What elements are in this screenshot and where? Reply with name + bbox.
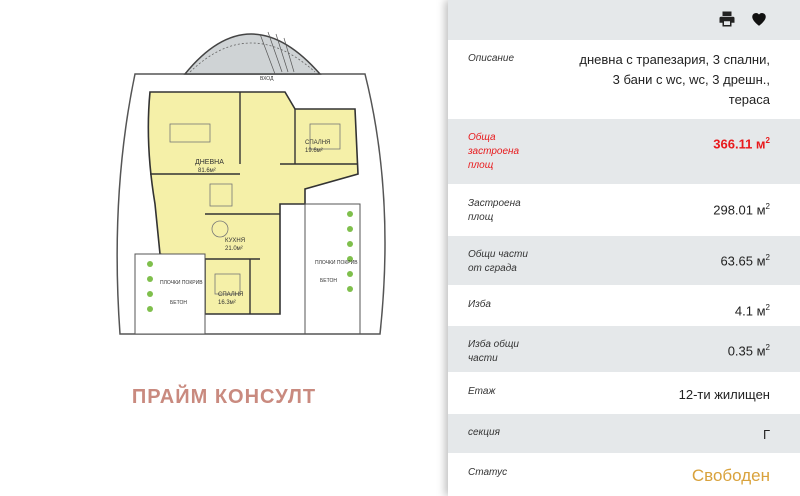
printer-icon[interactable] <box>718 10 736 28</box>
plan-label-bedroom1-area: 19.6м² <box>305 148 323 154</box>
plan-label-bedroom2: СПАЛНЯ <box>218 292 243 298</box>
details-panel: Описание дневна с трапезария, 3 спални, … <box>448 0 800 496</box>
built-area-value: 298.01 м2 <box>713 202 770 218</box>
storage-common-value: 0.35 м2 <box>727 343 770 359</box>
row-storage: Изба 4.1 м2 <box>448 286 800 326</box>
heart-icon[interactable] <box>750 10 768 28</box>
brand-name: ПРАЙМ КОНСУЛТ <box>131 386 317 408</box>
status-label: Статус <box>468 467 508 478</box>
total-area-label: Обща застроена площ <box>468 132 520 171</box>
plan-label-living-area: 81.6м² <box>198 168 216 174</box>
floorplan-area: ДНЕВНА 81.6м² КУХНЯ 21.0м² СПАЛНЯ 19.6м²… <box>0 0 448 496</box>
row-description: Описание дневна с трапезария, 3 спални, … <box>448 40 800 119</box>
row-section: секция Г <box>448 414 800 454</box>
status-value: Свободен <box>691 466 770 485</box>
plan-label-bedroom1: СПАЛНЯ <box>305 140 330 146</box>
built-area-label: Застроена площ <box>468 198 521 223</box>
plan-label-terrace1: ПЛОЧКИ ПОКРИВ <box>160 280 203 286</box>
plan-label-bedroom2-area: 16.3м² <box>218 300 236 306</box>
total-area-value: 366.11 м2 <box>713 136 770 152</box>
description-label: Описание <box>468 53 515 64</box>
floor-label: Етаж <box>468 386 496 397</box>
plan-label-entry: ВХОД <box>260 76 274 82</box>
common-parts-label: Общи части от сграда <box>468 249 528 274</box>
panel-toolbar <box>448 0 800 40</box>
plan-label-kitchen: КУХНЯ <box>225 238 245 244</box>
section-label: секция <box>468 427 500 438</box>
storage-value: 4.1 м2 <box>734 303 770 319</box>
common-parts-value: 63.65 м2 <box>720 253 770 269</box>
row-storage-common: Изба общи части 0.35 м2 <box>448 326 800 373</box>
plan-label-terrace1-sub: БЕТОН <box>170 300 187 306</box>
plan-label-terrace2-sub: БЕТОН <box>320 278 337 284</box>
plan-label-living: ДНЕВНА <box>195 159 224 166</box>
storage-common-label: Изба общи части <box>468 339 519 364</box>
row-floor: Етаж 12-ти жилищен <box>448 373 800 414</box>
row-status: Статус Свободен <box>448 454 800 496</box>
row-built-area: Застроена площ 298.01 м2 <box>448 185 800 236</box>
plan-label-terrace2: ПЛОЧКИ ПОКРИВ <box>315 260 358 266</box>
row-common-parts: Общи части от сграда 63.65 м2 <box>448 236 800 286</box>
floor-value: 12-ти жилищен <box>678 387 770 402</box>
storage-label: Изба <box>468 299 491 310</box>
section-value: Г <box>762 427 770 442</box>
description-value: дневна с трапезария, 3 спални, 3 бани с … <box>579 52 770 107</box>
floor-plan-image: ДНЕВНА 81.6м² КУХНЯ 21.0м² СПАЛНЯ 19.6м²… <box>116 31 386 335</box>
plan-label-kitchen-area: 21.0м² <box>225 246 243 252</box>
row-total-area: Обща застроена площ 366.11 м2 <box>448 119 800 185</box>
